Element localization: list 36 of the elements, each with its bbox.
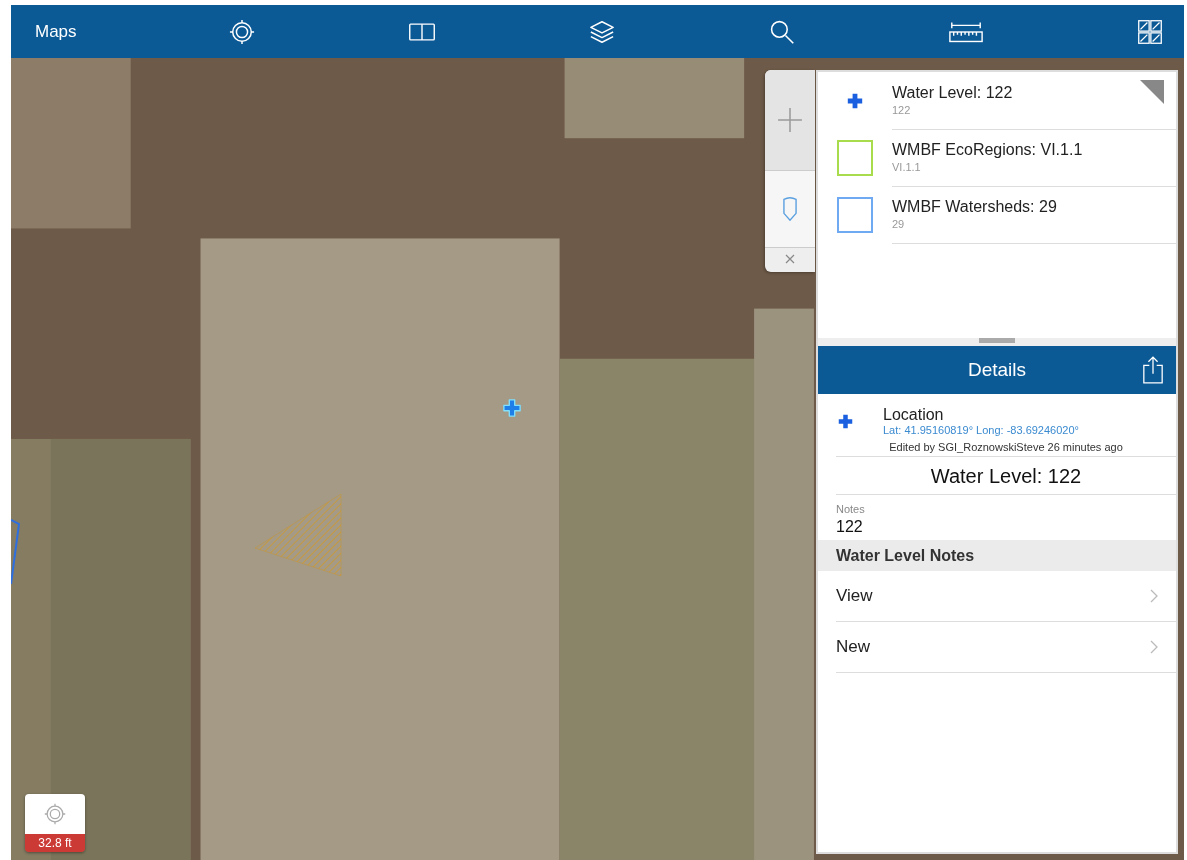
- layers-icon[interactable]: [588, 18, 617, 45]
- result-item[interactable]: WMBF Watersheds: 29 29: [818, 186, 1176, 243]
- marker-tab[interactable]: [765, 171, 815, 248]
- point-marker-icon[interactable]: [503, 399, 521, 417]
- resize-handle[interactable]: [979, 338, 1015, 343]
- field-value: 122: [836, 518, 864, 536]
- section-header: Water Level Notes: [818, 540, 1176, 571]
- result-title: WMBF Watersheds: 29: [892, 198, 1057, 216]
- search-icon[interactable]: [768, 18, 797, 45]
- details-title: Details: [967, 359, 1027, 381]
- share-icon[interactable]: [1142, 356, 1164, 384]
- result-subtitle: 29: [892, 218, 905, 230]
- feature-title: Water Level: 122: [836, 457, 1176, 495]
- locate-icon: [44, 803, 66, 825]
- edited-info: Edited by SGI_RoznowskiSteve 26 minutes ago: [836, 436, 1176, 457]
- result-item[interactable]: Water Level: 122 122: [818, 72, 1176, 129]
- plus-icon: [777, 107, 803, 133]
- grid-icon[interactable]: [1135, 18, 1164, 45]
- result-subtitle: VI.1.1: [892, 161, 921, 173]
- locate-icon[interactable]: [228, 18, 257, 45]
- result-subtitle: 122: [892, 104, 911, 116]
- field-label: Notes: [836, 503, 866, 515]
- location-label: Location: [883, 406, 945, 424]
- result-item[interactable]: WMBF EcoRegions: VI.1.1 VI.1.1: [818, 129, 1176, 186]
- maps-title[interactable]: Maps: [35, 21, 77, 42]
- result-title: WMBF EcoRegions: VI.1.1: [892, 141, 1083, 159]
- list-item[interactable]: New: [836, 622, 1176, 673]
- list-item[interactable]: View: [836, 571, 1176, 622]
- point-symbol-icon: [838, 413, 853, 429]
- scale-reading: 32.8 ft: [25, 834, 85, 852]
- chevron-icon: [1150, 640, 1158, 654]
- chevron-icon: [1150, 589, 1158, 603]
- result-title: Water Level: 122: [892, 84, 1013, 102]
- coordinates-text: Lat: 41.95160819° Long: -83.69246020°: [883, 424, 1079, 436]
- corner-fold-icon[interactable]: [1140, 80, 1164, 104]
- close-icon[interactable]: [785, 254, 795, 264]
